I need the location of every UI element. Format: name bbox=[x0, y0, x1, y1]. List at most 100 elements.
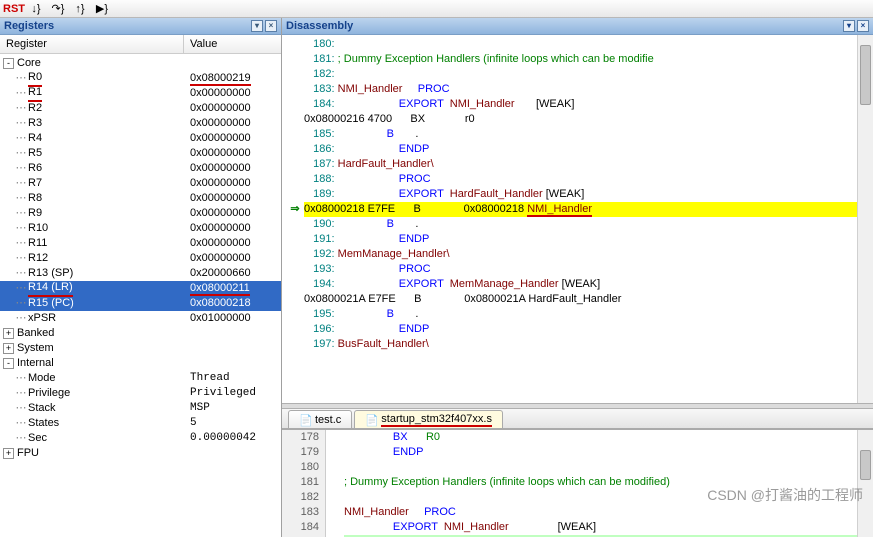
disasm-line[interactable]: 191: ENDP bbox=[286, 232, 873, 247]
register-row[interactable]: ⋯R8 0x00000000 bbox=[0, 191, 281, 206]
col-value[interactable]: Value bbox=[184, 35, 281, 53]
tree-group[interactable]: -Internal bbox=[0, 356, 281, 371]
disasm-line[interactable]: 189: EXPORT HardFault_Handler [WEAK] bbox=[286, 187, 873, 202]
tree-dots-icon: ⋯ bbox=[14, 281, 28, 296]
register-row[interactable]: ⋯R4 0x00000000 bbox=[0, 131, 281, 146]
disasm-line[interactable]: 192: MemManage_Handler\ bbox=[286, 247, 873, 262]
source-tab[interactable]: 📄startup_stm32f407xx.s bbox=[354, 410, 503, 428]
register-row[interactable]: ⋯R0 0x08000219 bbox=[0, 71, 281, 86]
disasm-line[interactable]: 0x08000216 4700 BX r0 bbox=[286, 112, 873, 127]
register-row[interactable]: ⋯R9 0x00000000 bbox=[0, 206, 281, 221]
disasm-scrollbar[interactable] bbox=[857, 35, 873, 403]
register-row[interactable]: ⋯R10 0x00000000 bbox=[0, 221, 281, 236]
source-line[interactable]: 184 EXPORT NMI_Handler [WEAK] bbox=[282, 520, 873, 535]
disasm-line[interactable]: 194: EXPORT MemManage_Handler [WEAK] bbox=[286, 277, 873, 292]
expand-icon[interactable]: + bbox=[3, 343, 14, 354]
tree-group[interactable]: +Banked bbox=[0, 326, 281, 341]
disasm-close-icon[interactable]: × bbox=[857, 20, 869, 32]
disasm-line[interactable]: 197: BusFault_Handler\ bbox=[286, 337, 873, 352]
expand-icon[interactable]: + bbox=[3, 448, 14, 459]
tree-dots-icon: ⋯ bbox=[14, 116, 28, 131]
tree-dots-icon: ⋯ bbox=[14, 71, 28, 86]
expand-icon[interactable]: - bbox=[3, 358, 14, 369]
tree-dots-icon: ⋯ bbox=[14, 86, 28, 101]
source-view[interactable]: 178 BX R0179 ENDP180181; Dummy Exception… bbox=[282, 429, 873, 537]
src-scrollbar[interactable] bbox=[857, 430, 873, 537]
register-row[interactable]: ⋯xPSR 0x01000000 bbox=[0, 311, 281, 326]
file-icon: 📄 bbox=[299, 414, 311, 426]
toolbar-stepinto-icon[interactable]: ↓} bbox=[26, 1, 46, 17]
disassembly-title: Disassembly bbox=[286, 18, 353, 35]
toolbar-rst-button[interactable]: RST bbox=[4, 1, 24, 17]
register-row[interactable]: ⋯R5 0x00000000 bbox=[0, 146, 281, 161]
panel-pin-icon[interactable]: ▾ bbox=[251, 20, 263, 32]
source-tabs: 📄test.c📄startup_stm32f407xx.s bbox=[282, 409, 873, 429]
disasm-line[interactable]: 196: ENDP bbox=[286, 322, 873, 337]
source-tab[interactable]: 📄test.c bbox=[288, 410, 352, 428]
tree-core[interactable]: -Core bbox=[0, 56, 281, 71]
source-line[interactable]: 183NMI_Handler PROC bbox=[282, 505, 873, 520]
tree-dots-icon: ⋯ bbox=[14, 371, 28, 386]
panel-close-icon[interactable]: × bbox=[265, 20, 277, 32]
tree-item[interactable]: ⋯PrivilegePrivileged bbox=[0, 386, 281, 401]
disasm-line[interactable]: 193: PROC bbox=[286, 262, 873, 277]
tree-item[interactable]: ⋯ModeThread bbox=[0, 371, 281, 386]
tree-dots-icon: ⋯ bbox=[14, 161, 28, 176]
register-row[interactable]: ⋯R6 0x00000000 bbox=[0, 161, 281, 176]
disasm-line[interactable]: 190: B . bbox=[286, 217, 873, 232]
source-line[interactable]: 182 bbox=[282, 490, 873, 505]
source-line[interactable]: 179 ENDP bbox=[282, 445, 873, 460]
registers-panel: Registers ▾ × Register Value -Core ⋯R0 0… bbox=[0, 18, 282, 537]
register-row[interactable]: ⋯R11 0x00000000 bbox=[0, 236, 281, 251]
disasm-line[interactable]: ⇒0x08000218 E7FE B 0x08000218 NMI_Handle… bbox=[286, 202, 873, 217]
registers-tree[interactable]: -Core ⋯R0 0x08000219 ⋯R1 0x00000000 ⋯R2 … bbox=[0, 54, 281, 537]
disasm-line[interactable]: 184: EXPORT NMI_Handler [WEAK] bbox=[286, 97, 873, 112]
disasm-line[interactable]: 181: ; Dummy Exception Handlers (infinit… bbox=[286, 52, 873, 67]
tree-dots-icon: ⋯ bbox=[14, 431, 28, 446]
expand-icon[interactable]: + bbox=[3, 328, 14, 339]
tree-group[interactable]: +FPU bbox=[0, 446, 281, 461]
register-row[interactable]: ⋯R14 (LR) 0x08000211 bbox=[0, 281, 281, 296]
source-line[interactable]: 178 BX R0 bbox=[282, 430, 873, 445]
disasm-line[interactable]: 182: bbox=[286, 67, 873, 82]
register-row[interactable]: ⋯R1 0x00000000 bbox=[0, 86, 281, 101]
disasm-line[interactable]: 186: ENDP bbox=[286, 142, 873, 157]
tree-dots-icon: ⋯ bbox=[14, 131, 28, 146]
tree-item[interactable]: ⋯States5 bbox=[0, 416, 281, 431]
registers-columns: Register Value bbox=[0, 35, 281, 54]
tree-dots-icon: ⋯ bbox=[14, 146, 28, 161]
disasm-line[interactable]: 180: bbox=[286, 37, 873, 52]
disasm-line[interactable]: 195: B . bbox=[286, 307, 873, 322]
tree-dots-icon: ⋯ bbox=[14, 311, 28, 326]
disasm-line[interactable]: 185: B . bbox=[286, 127, 873, 142]
register-row[interactable]: ⋯R12 0x00000000 bbox=[0, 251, 281, 266]
disasm-line[interactable]: 188: PROC bbox=[286, 172, 873, 187]
tree-dots-icon: ⋯ bbox=[14, 251, 28, 266]
register-row[interactable]: ⋯R2 0x00000000 bbox=[0, 101, 281, 116]
register-row[interactable]: ⋯R13 (SP) 0x20000660 bbox=[0, 266, 281, 281]
source-line[interactable]: 180 bbox=[282, 460, 873, 475]
register-row[interactable]: ⋯R3 0x00000000 bbox=[0, 116, 281, 131]
disasm-line[interactable]: 183: NMI_Handler PROC bbox=[286, 82, 873, 97]
tree-dots-icon: ⋯ bbox=[14, 191, 28, 206]
toolbar-stepover-icon[interactable]: ↷} bbox=[48, 1, 68, 17]
source-line[interactable]: 181; Dummy Exception Handlers (infinite … bbox=[282, 475, 873, 490]
col-register[interactable]: Register bbox=[0, 35, 184, 53]
disasm-pin-icon[interactable]: ▾ bbox=[843, 20, 855, 32]
collapse-icon[interactable]: - bbox=[3, 58, 14, 69]
disasm-line[interactable]: 0x0800021A E7FE B 0x0800021A HardFault_H… bbox=[286, 292, 873, 307]
toolbar-stepout-icon[interactable]: ↑} bbox=[70, 1, 90, 17]
tree-dots-icon: ⋯ bbox=[14, 206, 28, 221]
tree-dots-icon: ⋯ bbox=[14, 416, 28, 431]
tree-group[interactable]: +System bbox=[0, 341, 281, 356]
tree-dots-icon: ⋯ bbox=[14, 236, 28, 251]
disassembly-view[interactable]: 180: 181: ; Dummy Exception Handlers (in… bbox=[282, 35, 873, 403]
tree-item[interactable]: ⋯Sec0.00000042 bbox=[0, 431, 281, 446]
tree-dots-icon: ⋯ bbox=[14, 221, 28, 236]
toolbar-runto-icon[interactable]: ▶} bbox=[92, 1, 112, 17]
tree-item[interactable]: ⋯StackMSP bbox=[0, 401, 281, 416]
disasm-line[interactable]: 187: HardFault_Handler\ bbox=[286, 157, 873, 172]
main-toolbar: RST ↓} ↷} ↑} ▶} bbox=[0, 0, 873, 18]
register-row[interactable]: ⋯R15 (PC) 0x08000218 bbox=[0, 296, 281, 311]
register-row[interactable]: ⋯R7 0x00000000 bbox=[0, 176, 281, 191]
